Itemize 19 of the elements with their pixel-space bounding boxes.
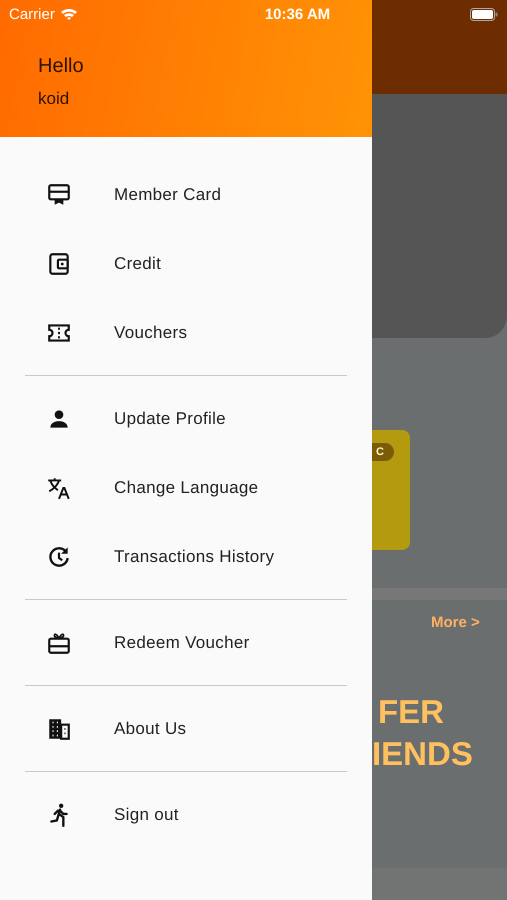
banner-text: FER	[378, 692, 445, 732]
menu-item[interactable]: Credit	[0, 229, 372, 298]
menu-item[interactable]: Redeem Voucher	[0, 608, 372, 677]
menu-item[interactable]: Transactions History	[0, 522, 372, 591]
menu-item[interactable]: Member Card	[0, 160, 372, 229]
menu-item[interactable]: Vouchers	[0, 298, 372, 367]
battery-icon	[470, 8, 498, 20]
menu-item[interactable]: Update Profile	[0, 384, 372, 453]
card-badge: C	[372, 443, 394, 461]
banner-text: IENDS	[372, 734, 474, 774]
menu-item[interactable]: Sign out	[0, 780, 372, 849]
menu-item[interactable]: Change Language	[0, 453, 372, 522]
greeting-text: Hello	[38, 55, 85, 78]
wifi-icon	[60, 7, 78, 21]
menu-item[interactable]: About Us	[0, 694, 372, 763]
carrier-label: Carrier	[9, 6, 55, 22]
status-time: 10:36 AM	[264, 6, 332, 22]
member-card-icon	[46, 182, 72, 208]
user-name: koid	[38, 89, 70, 109]
